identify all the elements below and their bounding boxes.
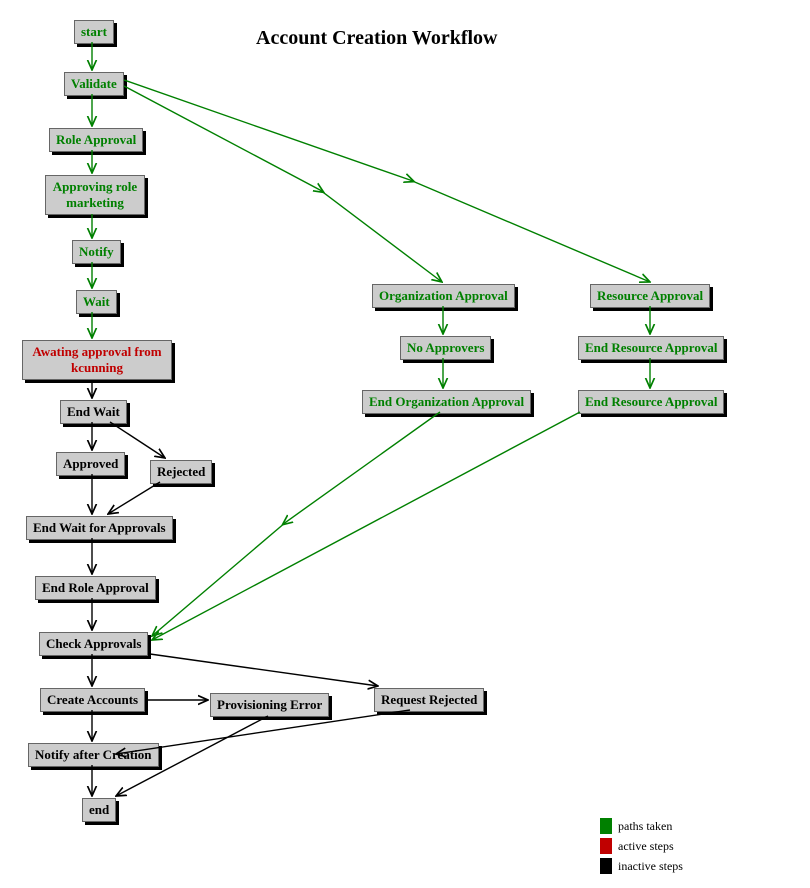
node-approving-role: Approving role marketing [45, 175, 145, 215]
node-create-accounts: Create Accounts [40, 688, 145, 712]
node-end-wait: End Wait [60, 400, 127, 424]
node-check-approvals: Check Approvals [39, 632, 148, 656]
node-approved: Approved [56, 452, 125, 476]
node-wait: Wait [76, 290, 117, 314]
node-end-resource-approval-2: End Resource Approval [578, 390, 724, 414]
node-end-role-approval: End Role Approval [35, 576, 156, 600]
node-end: end [82, 798, 116, 822]
node-end-resource-approval-1: End Resource Approval [578, 336, 724, 360]
node-awaiting: Awating approval from kcunning [22, 340, 172, 380]
node-resource-approval: Resource Approval [590, 284, 710, 308]
square-icon [600, 858, 612, 874]
square-icon [600, 818, 612, 834]
legend-label: paths taken [618, 819, 672, 834]
node-provisioning-error: Provisioning Error [210, 693, 329, 717]
legend-inactive-steps: inactive steps [600, 858, 683, 874]
node-start: start [74, 20, 114, 44]
node-end-org-approval: End Organization Approval [362, 390, 531, 414]
node-rejected: Rejected [150, 460, 212, 484]
node-no-approvers: No Approvers [400, 336, 491, 360]
square-icon [600, 838, 612, 854]
node-org-approval: Organization Approval [372, 284, 515, 308]
node-request-rejected: Request Rejected [374, 688, 484, 712]
node-role-approval: Role Approval [49, 128, 143, 152]
node-end-wait-approvals: End Wait for Approvals [26, 516, 173, 540]
legend-paths-taken: paths taken [600, 818, 672, 834]
node-notify: Notify [72, 240, 121, 264]
diagram-title: Account Creation Workflow [256, 27, 497, 50]
legend-label: active steps [618, 839, 674, 854]
node-validate: Validate [64, 72, 124, 96]
legend-label: inactive steps [618, 859, 683, 874]
legend-active-steps: active steps [600, 838, 674, 854]
node-notify-after: Notify after Creation [28, 743, 159, 767]
